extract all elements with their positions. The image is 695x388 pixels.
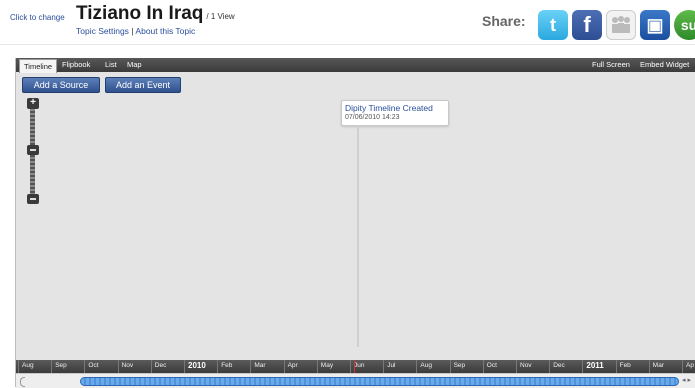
timeline-widget: Timeline Flipbook List Map Full Screen E…	[15, 58, 695, 388]
axis-tick	[549, 360, 551, 373]
zoom-in-icon[interactable]: +	[27, 98, 39, 109]
axis-month-label: Dec	[154, 362, 167, 369]
axis-month-label: Aug	[420, 362, 432, 369]
axis-tick	[316, 360, 318, 373]
axis-month-label: Mar	[652, 362, 664, 369]
page-header: Click to change Tiziano In Iraq/ 1 View …	[0, 0, 695, 44]
timeline-axis[interactable]: Aug Sep Oct Nov Dec 2010 Feb Mar Apr May Jun Jul Aug…	[16, 360, 695, 373]
add-event-button[interactable]: Add an Event	[105, 77, 181, 93]
axis-tick	[184, 360, 185, 373]
tab-timeline[interactable]: Timeline	[19, 59, 58, 73]
axis-tick	[682, 360, 683, 373]
myspace-icon[interactable]	[606, 10, 636, 40]
axis-tick	[51, 360, 53, 373]
axis-tick	[383, 360, 385, 373]
axis-month-label: Oct	[88, 362, 99, 369]
axis-month-label: Sep	[453, 362, 466, 369]
axis-tick	[117, 360, 119, 373]
view-count: / 1 View	[206, 12, 235, 21]
header-divider	[0, 44, 695, 45]
axis-tick	[416, 360, 418, 373]
axis-month-label: Feb	[221, 362, 233, 369]
axis-tick	[482, 360, 484, 373]
timeline-scrollbar[interactable]: ◂ ▸	[16, 373, 695, 388]
facebook-icon[interactable]: f	[572, 10, 602, 40]
axis-month-label: Mar	[254, 362, 266, 369]
axis-month-label: Jul	[387, 362, 396, 369]
view-tab-bar: Timeline Flipbook List Map Full Screen E…	[16, 58, 695, 73]
full-screen-button[interactable]: Full Screen	[592, 58, 630, 72]
event-date: 07/06/2010 14:23	[345, 114, 400, 121]
link-separator: |	[131, 26, 134, 36]
click-to-change-link[interactable]: Click to change	[10, 13, 65, 22]
page-title: Tiziano In Iraq/ 1 View	[76, 3, 235, 25]
axis-month-label: May	[320, 362, 334, 369]
scroll-arrows-icon[interactable]: ◂ ▸	[682, 376, 691, 384]
twitter-icon[interactable]: t	[538, 10, 568, 40]
timeline-event[interactable]: Dipity Timeline Created 07/06/2010 14:23	[341, 100, 449, 126]
axis-tick	[449, 360, 451, 373]
axis-month-label: Feb	[619, 362, 631, 369]
axis-month-label: Ap	[686, 362, 694, 369]
axis-month-label: Jun	[354, 362, 365, 369]
axis-tick	[250, 360, 252, 373]
axis-tick	[283, 360, 285, 373]
topic-links: Topic Settings | About this Topic	[76, 26, 195, 36]
axis-month-label: Nov	[121, 362, 134, 369]
tab-map[interactable]: Map	[123, 58, 146, 72]
axis-month-label: Sep	[55, 362, 67, 369]
event-connector-line	[357, 125, 359, 347]
axis-month-label: Oct	[486, 362, 497, 369]
scrollbar-left-cap	[20, 377, 25, 387]
zoom-slider-handle[interactable]	[27, 145, 39, 155]
axis-year-label: 2010	[188, 361, 206, 370]
axis-tick	[582, 360, 584, 373]
scrollbar-thumb[interactable]	[80, 377, 679, 386]
add-source-button[interactable]: Add a Source	[22, 77, 100, 93]
event-title[interactable]: Dipity Timeline Created	[345, 103, 433, 113]
zoom-out-icon[interactable]	[27, 194, 39, 204]
axis-tick	[150, 360, 152, 373]
share-label: Share:	[482, 13, 526, 29]
axis-tick	[350, 360, 351, 373]
delicious-icon[interactable]: ▣	[640, 10, 670, 40]
axis-month-label: Apr	[287, 362, 298, 369]
axis-tick	[648, 360, 650, 373]
tab-list[interactable]: List	[101, 58, 121, 72]
axis-month-label: Aug	[22, 362, 34, 369]
axis-tick	[217, 360, 219, 373]
embed-widget-button[interactable]: Embed Widget	[640, 58, 689, 72]
axis-tick	[516, 360, 517, 373]
axis-tick	[84, 360, 86, 373]
topic-title: Tiziano In Iraq	[76, 3, 204, 24]
about-topic-link[interactable]: About this Topic	[135, 26, 195, 36]
axis-tick	[615, 360, 617, 373]
tab-flipbook[interactable]: Flipbook	[58, 58, 94, 72]
axis-month-label: Nov	[520, 362, 532, 369]
topic-settings-link[interactable]: Topic Settings	[76, 26, 129, 36]
axis-tick	[18, 360, 19, 373]
axis-year-label: 2011	[586, 361, 604, 370]
axis-month-label: Dec	[553, 362, 565, 369]
stumbleupon-icon[interactable]: su	[674, 10, 695, 40]
current-date-marker	[354, 360, 355, 373]
